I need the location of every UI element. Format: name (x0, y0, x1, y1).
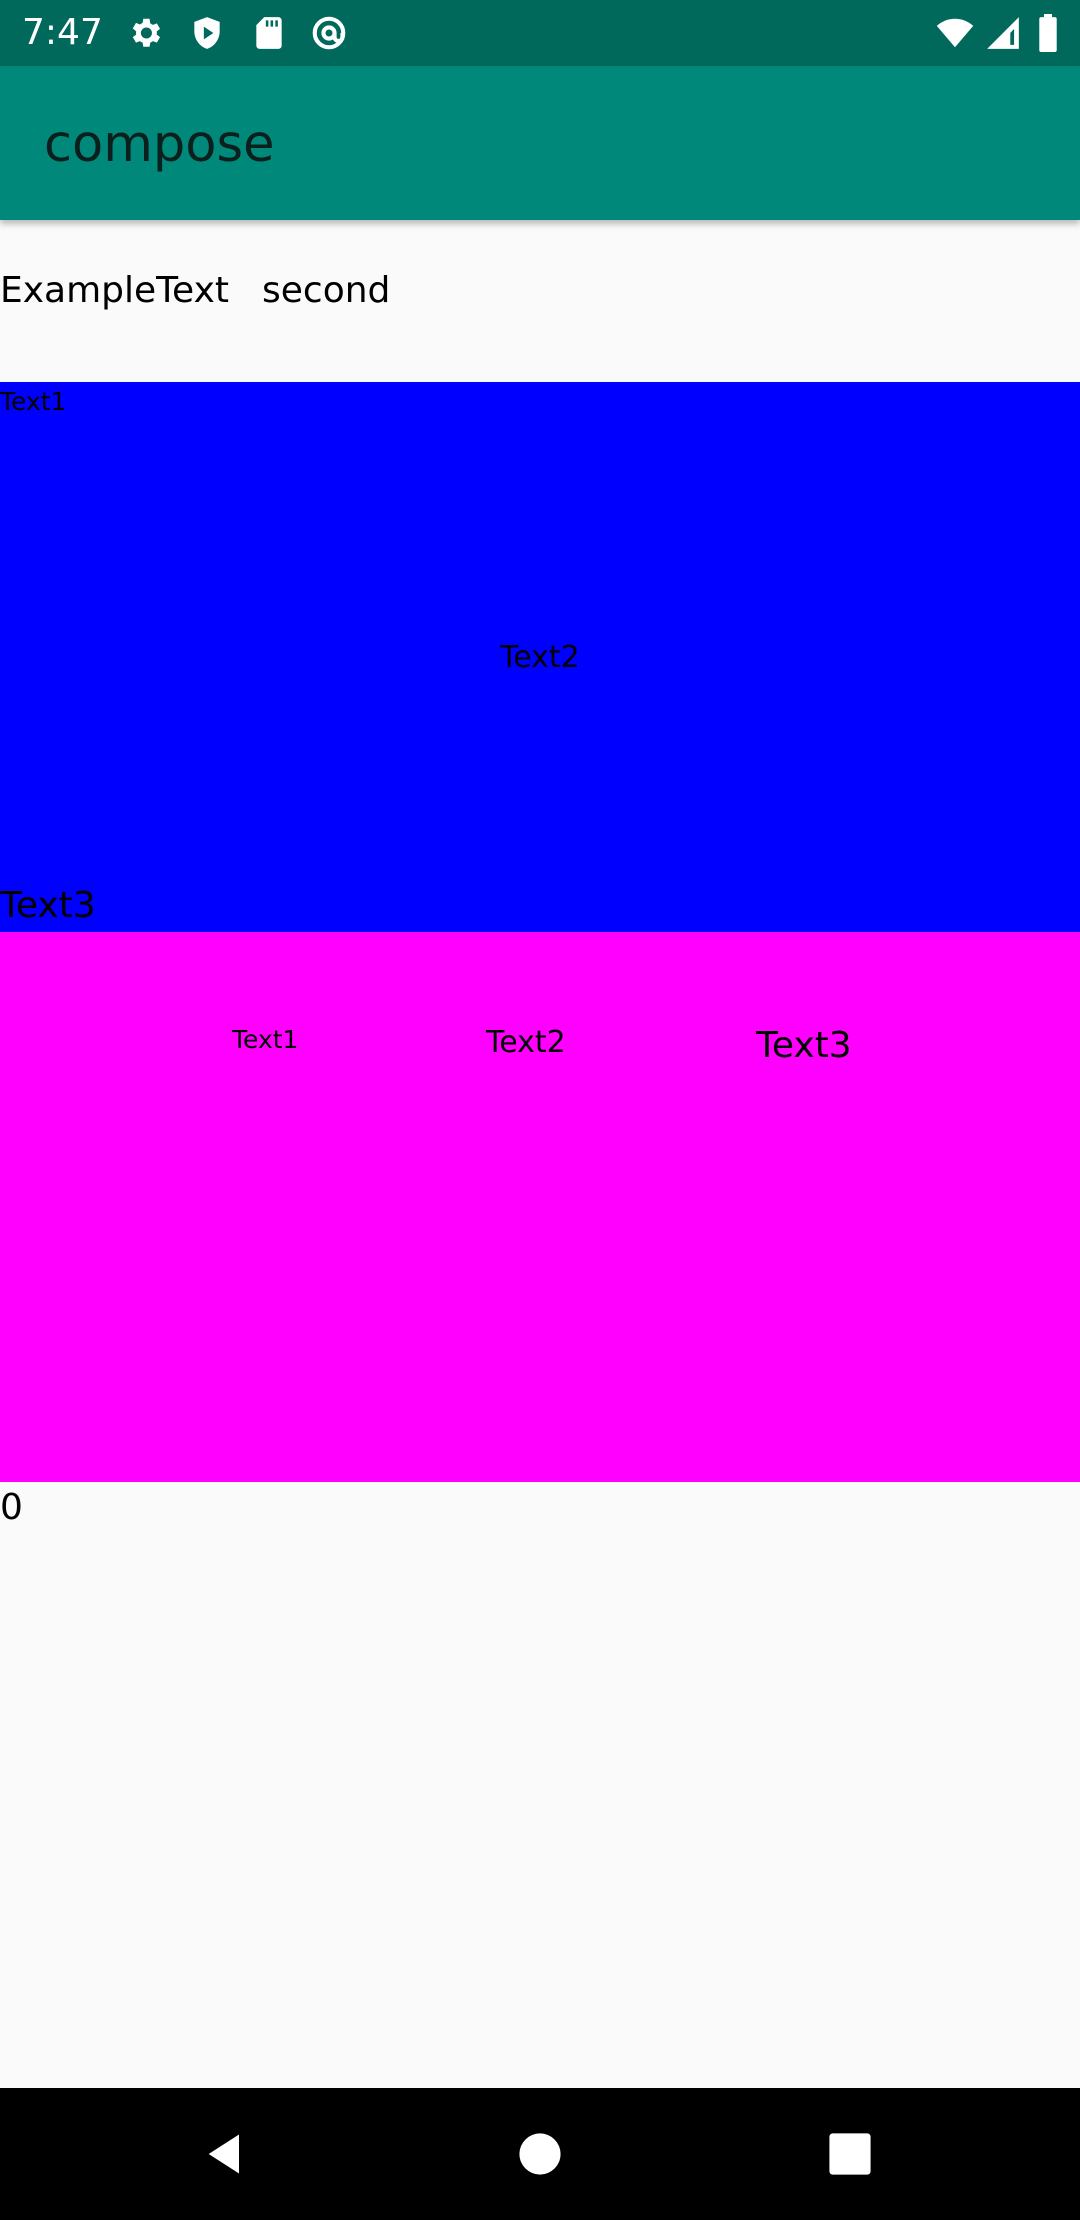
second-text: second (262, 270, 391, 311)
blue-box-text2: Text2 (500, 640, 580, 675)
magenta-box-text3: Text3 (756, 1025, 852, 1066)
example-text: ExampleText (0, 270, 229, 311)
app-title: compose (44, 115, 275, 174)
status-time: 7:47 (22, 12, 103, 53)
battery-icon (1036, 14, 1060, 52)
recents-icon[interactable] (824, 2128, 876, 2180)
magenta-box (0, 932, 1080, 1482)
shield-icon (188, 14, 226, 52)
magenta-box-text2: Text2 (486, 1025, 566, 1060)
magenta-box-text1: Text1 (232, 1025, 299, 1054)
blue-box-text3: Text3 (0, 885, 96, 926)
home-icon[interactable] (514, 2128, 566, 2180)
wifi-icon (934, 14, 976, 52)
cell-signal-icon (984, 14, 1022, 52)
gear-icon (126, 14, 164, 52)
back-icon[interactable] (200, 2128, 252, 2180)
sd-card-icon (250, 14, 288, 52)
at-sign-icon (310, 14, 348, 52)
blue-box-text1: Text1 (0, 387, 67, 416)
counter-text: 0 (0, 1487, 23, 1528)
